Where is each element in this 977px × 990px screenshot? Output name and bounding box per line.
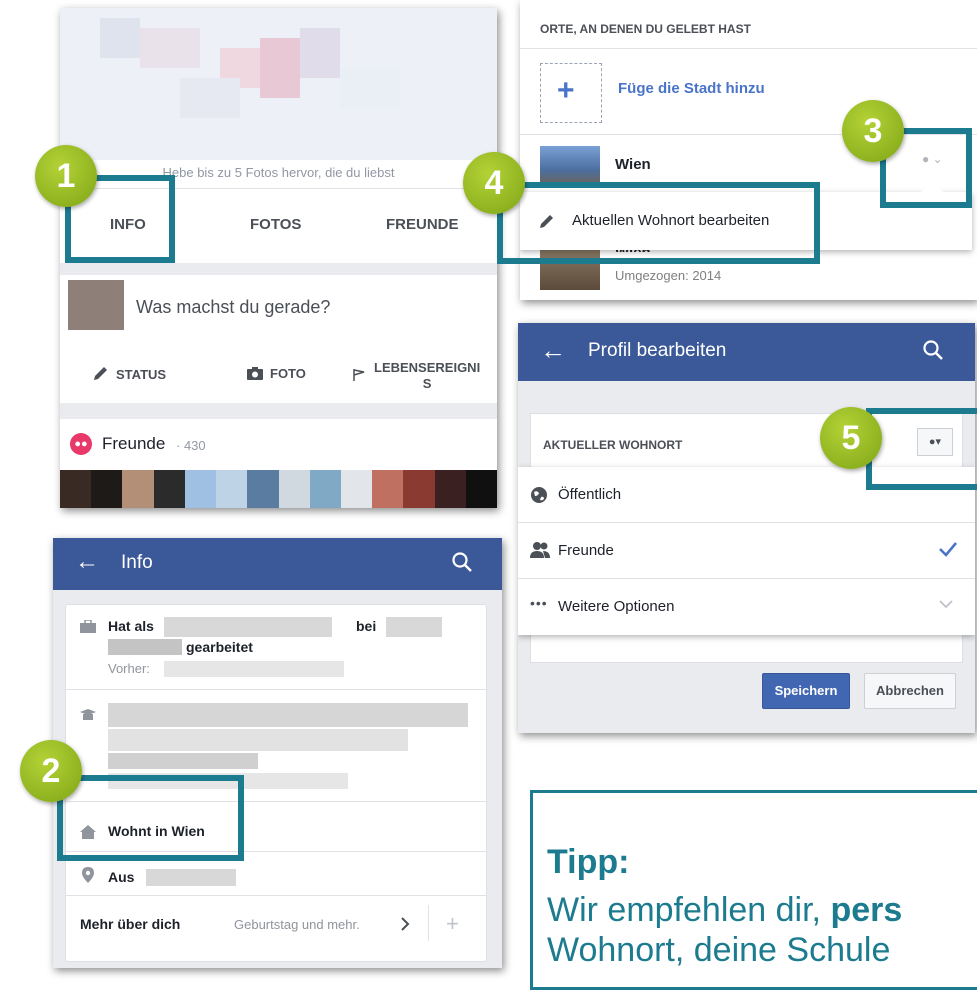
add-city-link[interactable]: Füge die Stadt hinzu bbox=[618, 80, 765, 97]
hometown-label: Aus bbox=[108, 869, 135, 885]
avatar bbox=[68, 280, 124, 330]
info-panel: ← Info Hat als bei gearbeitet Vorher: Wo… bbox=[53, 538, 502, 968]
search-icon[interactable] bbox=[922, 339, 944, 361]
tab-friends[interactable]: FREUNDE bbox=[386, 216, 459, 233]
friends-icon: ●● bbox=[70, 433, 92, 455]
work-mid: bei bbox=[356, 618, 377, 634]
work-prefix: Hat als bbox=[108, 618, 154, 634]
flag-icon bbox=[352, 368, 366, 382]
save-button[interactable]: Speichern bbox=[762, 673, 850, 709]
moved-year: Umgezogen: 2014 bbox=[615, 268, 722, 283]
status-button[interactable]: STATUS bbox=[92, 366, 166, 382]
option-more[interactable]: ••• Weitere Optionen bbox=[518, 579, 975, 635]
previous-label: Vorher: bbox=[108, 661, 150, 676]
section-label: AKTUELLER WOHNORT bbox=[543, 438, 683, 452]
more-dots-icon: ••• bbox=[530, 595, 548, 611]
tip-line1: Wir empfehlen dir, pers bbox=[547, 891, 903, 929]
top-bar: ← Info bbox=[53, 538, 502, 590]
step-badge-1: 1 bbox=[35, 145, 97, 207]
school-icon bbox=[80, 709, 96, 721]
highlight-edit-item bbox=[497, 182, 820, 264]
tip-title: Tipp: bbox=[547, 843, 630, 881]
step-badge-5: 5 bbox=[820, 407, 882, 469]
highlight-audience bbox=[866, 408, 977, 490]
search-icon[interactable] bbox=[451, 551, 473, 573]
life-event-button[interactable]: LEBENSEREIGNI S bbox=[352, 360, 480, 392]
chevron-right-icon bbox=[400, 916, 410, 932]
step-badge-4: 4 bbox=[463, 152, 525, 214]
city-name[interactable]: Wien bbox=[615, 156, 651, 173]
back-arrow-icon[interactable]: ← bbox=[75, 548, 99, 576]
friends-label[interactable]: Freunde bbox=[102, 434, 165, 454]
friends-count: · 430 bbox=[176, 438, 206, 453]
tip-line2: Wohnort, deine Schule bbox=[547, 931, 891, 969]
photo-button[interactable]: FOTO bbox=[246, 366, 306, 381]
camera-icon bbox=[246, 366, 264, 381]
step-badge-2: 2 bbox=[20, 740, 82, 802]
add-plus-button[interactable]: + bbox=[446, 911, 459, 937]
option-friends[interactable]: Freunde bbox=[518, 523, 975, 579]
featured-photos-area[interactable] bbox=[60, 8, 497, 160]
location-pin-icon bbox=[82, 867, 94, 883]
city-thumbnail bbox=[540, 146, 600, 186]
back-arrow-icon[interactable]: ← bbox=[540, 335, 566, 366]
chevron-down-icon bbox=[938, 599, 954, 609]
briefcase-icon bbox=[80, 620, 96, 633]
friends-icon bbox=[530, 541, 550, 559]
tab-photos[interactable]: FOTOS bbox=[250, 216, 301, 233]
add-city-button[interactable]: + bbox=[540, 63, 602, 123]
page-title: Profil bearbeiten bbox=[588, 340, 727, 361]
page-title: Info bbox=[121, 552, 153, 573]
audience-menu: Öffentlich Freunde ••• Weitere Optionen bbox=[518, 467, 975, 635]
composer-input[interactable]: Was machst du gerade? bbox=[136, 297, 330, 318]
more-about-you[interactable]: Mehr über dich Geburtstag und mehr. bbox=[66, 896, 428, 952]
work-suffix: gearbeitet bbox=[186, 639, 253, 655]
globe-icon bbox=[530, 486, 548, 504]
highlight-lives-in bbox=[57, 775, 244, 861]
tip-box: Tipp: Wir empfehlen dir, pers Wohnort, d… bbox=[530, 790, 977, 990]
pencil-icon bbox=[92, 366, 110, 382]
cancel-button[interactable]: Abbrechen bbox=[864, 673, 956, 709]
friends-thumbnails[interactable] bbox=[60, 470, 497, 508]
top-bar: ← Profil bearbeiten bbox=[518, 323, 975, 381]
step-badge-3: 3 bbox=[842, 100, 904, 162]
section-title: ORTE, AN DENEN DU GELEBT HAST bbox=[540, 22, 751, 36]
plus-icon: + bbox=[557, 74, 575, 107]
profile-edit-panel: ← Profil bearbeiten AKTUELLER WOHNORT ●▾… bbox=[518, 323, 975, 733]
checkmark-icon bbox=[938, 541, 958, 557]
